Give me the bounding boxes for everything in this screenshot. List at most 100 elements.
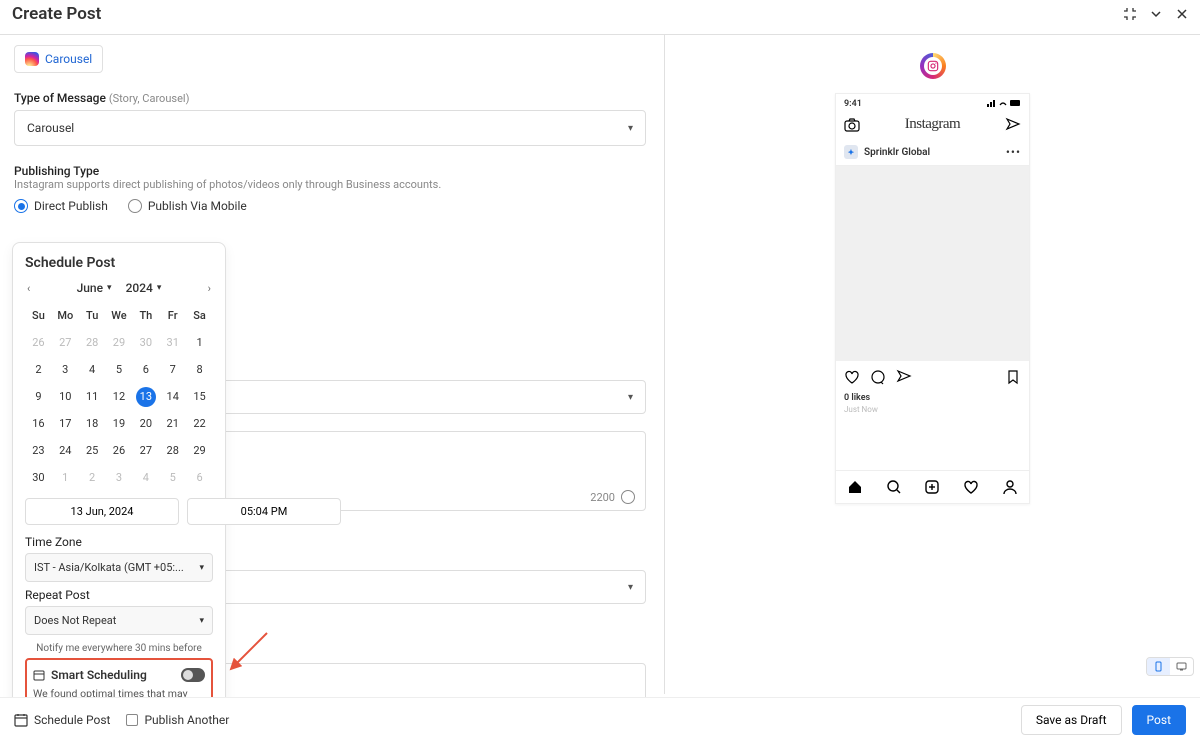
schedule-popup: Schedule Post ‹ June▾ 2024▾ › SuMoTuWeTh… (12, 242, 226, 738)
calendar-day[interactable]: 23 (25, 440, 52, 461)
calendar-day[interactable]: 24 (52, 440, 79, 461)
calendar-day[interactable]: 2 (79, 467, 106, 488)
calendar-day[interactable]: 25 (79, 440, 106, 461)
preview-mode-toggle[interactable] (1146, 657, 1194, 676)
posted-time: Just Now (844, 405, 1021, 414)
calendar-day[interactable]: 30 (25, 467, 52, 488)
account-name: Sprinklr Global (864, 147, 930, 158)
calendar-day[interactable]: 1 (186, 332, 213, 353)
calendar-icon (33, 669, 45, 681)
bookmark-icon (1005, 369, 1021, 385)
mobile-view-icon[interactable] (1147, 658, 1170, 675)
close-icon[interactable] (1176, 8, 1188, 20)
calendar-day[interactable]: 28 (159, 440, 186, 461)
notify-text: Notify me everywhere 30 mins before (25, 643, 213, 654)
phone-status-icons (987, 99, 1021, 109)
chip-label: Carousel (45, 52, 92, 66)
desktop-view-icon[interactable] (1170, 658, 1193, 675)
chevron-down-icon: ▾ (628, 123, 633, 134)
calendar-day[interactable]: 14 (159, 386, 186, 407)
instagram-logo: Instagram (905, 116, 960, 133)
calendar-day[interactable]: 6 (132, 359, 159, 380)
calendar-day[interactable]: 26 (25, 332, 52, 353)
calendar-grid: SuMoTuWeThFrSa26272829303112345678910111… (25, 305, 213, 488)
preview-image (836, 166, 1029, 361)
type-of-message-hint: (Story, Carousel) (109, 92, 190, 105)
calendar-day[interactable]: 4 (79, 359, 106, 380)
calendar-day[interactable]: 29 (186, 440, 213, 461)
calendar-day[interactable]: 7 (159, 359, 186, 380)
type-of-message-select[interactable]: Carousel ▾ (14, 110, 646, 146)
platform-chip[interactable]: Carousel (14, 45, 103, 73)
calendar-day[interactable]: 18 (79, 413, 106, 434)
calendar-day[interactable]: 2 (25, 359, 52, 380)
calendar-day[interactable]: 12 (106, 386, 133, 407)
emoji-icon[interactable] (621, 490, 635, 504)
post-button[interactable]: Post (1132, 705, 1186, 735)
save-as-draft-button[interactable]: Save as Draft (1021, 705, 1122, 735)
month-select[interactable]: June▾ (77, 281, 112, 295)
calendar-day[interactable]: 17 (52, 413, 79, 434)
calendar-day[interactable]: 10 (52, 386, 79, 407)
calendar-day[interactable]: 22 (186, 413, 213, 434)
activity-icon (963, 479, 979, 495)
calendar-dow: Tu (79, 305, 106, 326)
year-select[interactable]: 2024▾ (126, 281, 162, 295)
repeat-select[interactable]: Does Not Repeat ▾ (25, 606, 213, 635)
chevron-down-icon[interactable] (1150, 8, 1162, 20)
calendar-day[interactable]: 16 (25, 413, 52, 434)
calendar-day[interactable]: 3 (52, 359, 79, 380)
search-icon (886, 479, 902, 495)
repeat-label: Repeat Post (25, 588, 213, 602)
smart-scheduling-title: Smart Scheduling (51, 668, 147, 682)
calendar-day[interactable]: 20 (132, 413, 159, 434)
calendar-day[interactable]: 4 (132, 467, 159, 488)
calendar-day[interactable]: 3 (106, 467, 133, 488)
send-icon (1005, 117, 1021, 133)
calendar-day[interactable]: 9 (25, 386, 52, 407)
calendar-day[interactable]: 31 (159, 332, 186, 353)
calendar-day[interactable]: 27 (52, 332, 79, 353)
date-input[interactable] (25, 498, 179, 525)
calendar-day[interactable]: 28 (79, 332, 106, 353)
timezone-select[interactable]: IST - Asia/Kolkata (GMT +05:... ▾ (25, 553, 213, 582)
calendar-day[interactable]: 26 (106, 440, 133, 461)
calendar-day[interactable]: 8 (186, 359, 213, 380)
calendar-day[interactable]: 13 (136, 387, 156, 407)
calendar-day[interactable]: 5 (106, 359, 133, 380)
add-icon (924, 479, 940, 495)
home-icon (847, 479, 863, 495)
preview-panel: 9:41 Instagram ✦ Sprinklr Global ••• (665, 35, 1200, 694)
char-count: 2200 (590, 491, 615, 504)
direct-publish-radio[interactable]: Direct Publish (14, 199, 108, 213)
smart-scheduling-toggle[interactable] (181, 668, 205, 682)
calendar-dow: Sa (186, 305, 213, 326)
calendar-day[interactable]: 5 (159, 467, 186, 488)
calendar-day[interactable]: 15 (186, 386, 213, 407)
calendar-day[interactable]: 1 (52, 467, 79, 488)
calendar-day[interactable]: 19 (106, 413, 133, 434)
calendar-day[interactable]: 6 (186, 467, 213, 488)
form-panel: Carousel Type of Message (Story, Carouse… (0, 35, 665, 694)
calendar-day[interactable]: 27 (132, 440, 159, 461)
time-input[interactable] (187, 498, 341, 525)
calendar-day[interactable]: 29 (106, 332, 133, 353)
prev-month-button[interactable]: ‹ (27, 282, 30, 295)
calendar-dow: Su (25, 305, 52, 326)
account-avatar: ✦ (844, 145, 858, 159)
schedule-title: Schedule Post (25, 255, 213, 271)
publish-another-checkbox[interactable]: Publish Another (126, 713, 229, 727)
heart-icon (844, 369, 860, 385)
next-month-button[interactable]: › (208, 282, 211, 295)
calendar-day[interactable]: 21 (159, 413, 186, 434)
camera-icon (844, 117, 860, 133)
calendar-dow: Mo (52, 305, 79, 326)
page-title: Create Post (12, 4, 101, 24)
type-of-message-value: Carousel (27, 121, 74, 135)
calendar-day[interactable]: 30 (132, 332, 159, 353)
publish-via-mobile-radio[interactable]: Publish Via Mobile (128, 199, 247, 213)
schedule-post-button[interactable]: Schedule Post (14, 713, 110, 727)
calendar-day[interactable]: 11 (79, 386, 106, 407)
compress-icon[interactable] (1124, 8, 1136, 20)
more-icon: ••• (1006, 145, 1021, 159)
